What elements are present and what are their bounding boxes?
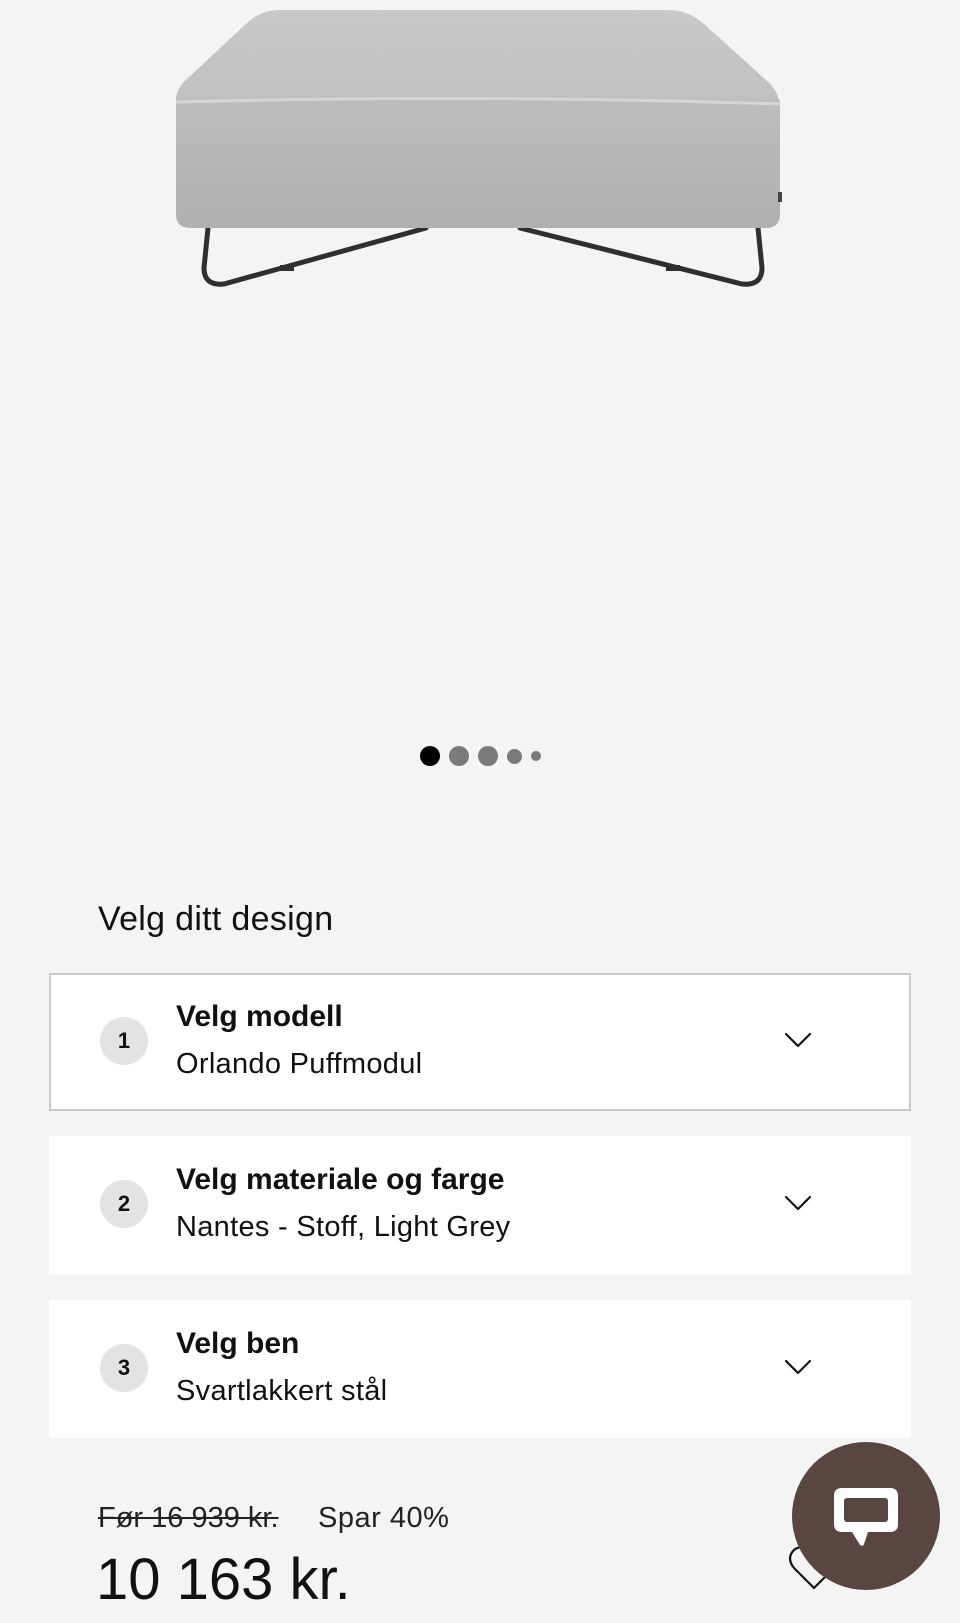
step-number-badge: 1: [100, 1017, 148, 1065]
step-number-badge: 2: [100, 1180, 148, 1228]
savings-label: Spar 40%: [318, 1502, 450, 1534]
carousel-dot[interactable]: [506, 748, 522, 764]
chat-bubble-icon: [834, 1488, 898, 1546]
step-title: Velg modell: [176, 1000, 343, 1033]
carousel-dot[interactable]: [530, 751, 541, 761]
step-selected-value: Orlando Puffmodul: [176, 1048, 423, 1080]
carousel-dot[interactable]: [477, 746, 498, 766]
step-title: Velg ben: [176, 1327, 300, 1360]
step-select-model[interactable]: 1 Velg modell Orlando Puffmodul: [49, 973, 911, 1111]
step-select-material[interactable]: 2 Velg materiale og farge Nantes - Stoff…: [49, 1136, 911, 1275]
step-title: Velg materiale og farge: [176, 1163, 505, 1196]
step-selected-value: Svartlakkert stål: [176, 1375, 388, 1407]
chevron-down-icon[interactable]: [784, 1031, 812, 1049]
chevron-down-icon[interactable]: [784, 1358, 812, 1376]
ottoman-illustration: [175, 10, 782, 287]
chat-button[interactable]: [792, 1442, 940, 1590]
chevron-down-icon[interactable]: [784, 1194, 812, 1212]
step-selected-value: Nantes - Stoff, Light Grey: [176, 1211, 511, 1243]
original-price: Før 16 939 kr.: [98, 1502, 279, 1534]
product-image[interactable]: [168, 0, 788, 380]
step-number-badge: 3: [100, 1344, 148, 1392]
carousel-dot-active[interactable]: [419, 746, 440, 766]
configurator-title: Velg ditt design: [98, 900, 334, 938]
current-price: 10 163 kr.: [96, 1547, 351, 1612]
carousel-dot[interactable]: [448, 746, 469, 766]
carousel-pagination: [0, 745, 960, 767]
step-select-legs[interactable]: 3 Velg ben Svartlakkert stål: [49, 1300, 911, 1438]
